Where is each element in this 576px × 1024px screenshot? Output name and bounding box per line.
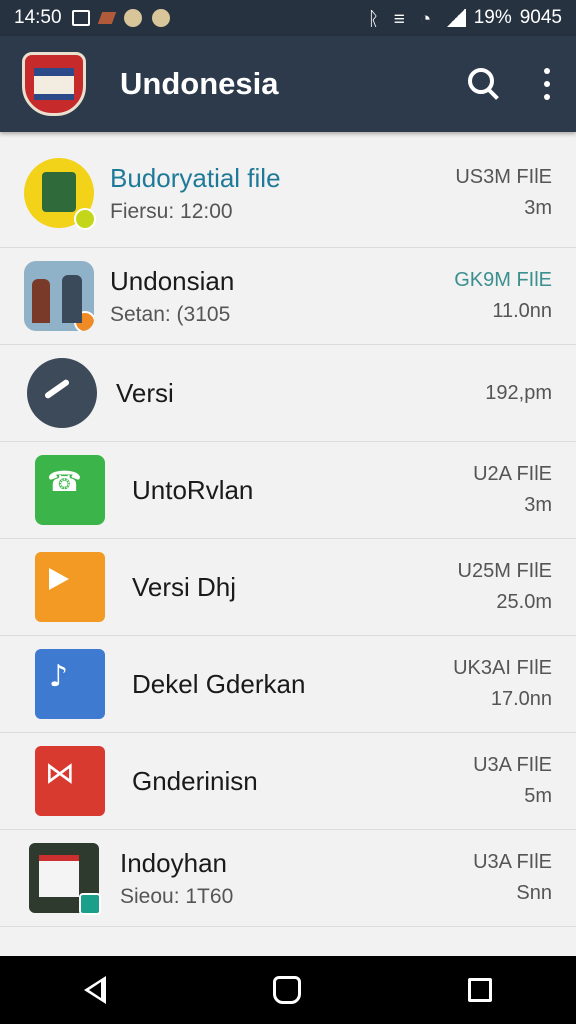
item-meta-secondary: Snn [516, 882, 552, 904]
item-meta: U2A FIlE [473, 463, 552, 485]
app-icon [123, 9, 142, 27]
item-meta-secondary: 3m [524, 196, 552, 219]
play-icon [35, 552, 105, 622]
phone-icon [35, 455, 105, 525]
music-icon [35, 649, 105, 719]
list-item[interactable]: Budoryatial file Fiersu: 12:00 US3M FIlE… [0, 138, 576, 248]
list-item[interactable]: Gnderinisn U3A FIlE 5m [0, 733, 576, 830]
photo-icon [24, 261, 94, 331]
list-item[interactable]: Dekel Gderkan UK3AI FIlE 17.0nn [0, 636, 576, 733]
item-title: Versi Dhj [132, 572, 237, 602]
item-meta: 192,pm [485, 381, 552, 404]
item-title: Undonsian [110, 266, 235, 296]
image-icon [71, 10, 90, 26]
item-title: Indoyhan [120, 848, 227, 878]
tool-icon [97, 12, 116, 24]
list-item[interactable]: Versi 192,pm [0, 345, 576, 442]
status-extra: 9045 [519, 7, 562, 28]
item-meta-secondary: 5m [524, 785, 552, 807]
item-meta: US3M FIlE [455, 165, 552, 188]
back-icon[interactable] [83, 976, 106, 1004]
list-item[interactable]: UntoRvlan U2A FIlE 3m [0, 442, 576, 539]
item-title: Dekel Gderkan [132, 669, 306, 699]
more-icon[interactable] [540, 68, 554, 100]
bluetooth-icon: ᚱ [367, 9, 380, 30]
status-bar: 14:50 ᚱ ≡ ◔ 19% 9045 [0, 0, 576, 36]
battery-level: 19% [473, 7, 512, 28]
item-title: Budoryatial file [110, 162, 281, 193]
item-meta-secondary: 17.0nn [490, 688, 552, 710]
list-item[interactable]: Versi Dhj U25M FIlE 25.0m [0, 539, 576, 636]
item-meta: U3A FIlE [473, 754, 552, 776]
file-list: Budoryatial file Fiersu: 12:00 US3M FIlE… [0, 138, 576, 956]
list-item[interactable]: Indoyhan Sieou: 1T60 U3A FIlE Snn [0, 830, 576, 927]
logo-icon [22, 52, 86, 116]
status-time: 14:50 [14, 7, 62, 28]
signal-icon [445, 9, 466, 27]
item-title: UntoRvlan [132, 475, 254, 505]
item-meta: GK9M FIlE [454, 269, 552, 291]
recent-apps-icon[interactable] [468, 978, 493, 1002]
item-meta-secondary: 25.0m [496, 591, 552, 613]
item-meta-secondary: 3m [524, 494, 552, 516]
item-meta: U3A FIlE [473, 851, 552, 873]
search-icon[interactable] [464, 64, 504, 104]
item-title: Versi [116, 378, 174, 408]
item-meta: U25M FIlE [457, 560, 552, 582]
navigation-bar [0, 956, 576, 1024]
home-icon[interactable] [272, 976, 301, 1004]
item-meta-secondary: 11.0nn [492, 300, 552, 322]
item-subtitle: Sieou: 1T60 [120, 885, 234, 908]
app-icon-2 [151, 9, 170, 27]
wifi-icon: ◔ [419, 9, 432, 30]
folder-icon [24, 157, 96, 230]
document-icon [29, 843, 101, 915]
item-subtitle: Fiersu: 12:00 [110, 199, 233, 223]
item-meta: UK3AI FIlE [453, 657, 552, 679]
item-title: Gnderinisn [132, 766, 258, 796]
list-item[interactable]: Undonsian Setan: (3105 GK9M FIlE 11.0nn [0, 248, 576, 345]
share-icon [27, 358, 97, 428]
app-bar: Undonesia [0, 36, 576, 132]
code-icon [35, 746, 105, 816]
page-title: Undonesia [120, 66, 279, 101]
item-subtitle: Setan: (3105 [110, 303, 231, 326]
vibrate-icon: ≡ [393, 9, 405, 30]
